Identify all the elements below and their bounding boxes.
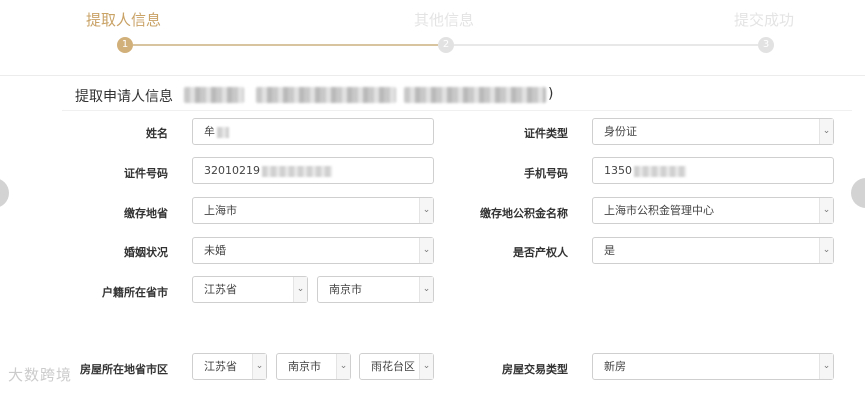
- watermark-logo: 大数跨境: [8, 366, 73, 384]
- marital-select[interactable]: 未婚 ⌄: [192, 237, 434, 264]
- next-arrow-icon[interactable]: [851, 178, 865, 208]
- deposit-province-select[interactable]: 上海市 ⌄: [192, 197, 434, 224]
- id-type-select[interactable]: 身份证 ⌄: [592, 118, 834, 145]
- redacted-text: [184, 87, 244, 103]
- step-connector-2: [454, 44, 758, 46]
- owner-label: 是否产权人: [513, 246, 568, 259]
- masked-value: [262, 165, 332, 177]
- owner-select[interactable]: 是 ⌄: [592, 237, 834, 264]
- deposit-province-value: 上海市: [204, 204, 237, 217]
- masked-value: [217, 126, 229, 138]
- house-province-value: 江苏省: [204, 360, 237, 373]
- chevron-down-icon: ⌄: [819, 354, 833, 379]
- id-type-label: 证件类型: [524, 127, 568, 140]
- step-1-label: 提取人信息: [86, 11, 162, 29]
- chevron-down-icon: ⌄: [419, 238, 433, 263]
- id-number-input[interactable]: 32010219: [192, 157, 434, 184]
- section-divider: [62, 110, 852, 111]
- household-label: 户籍所在省市: [102, 286, 168, 299]
- section-title: 提取申请人信息: [75, 89, 173, 105]
- name-label: 姓名: [146, 127, 168, 140]
- chevron-down-icon: ⌄: [293, 277, 307, 302]
- house-district-select[interactable]: 雨花台区 ⌄: [359, 353, 434, 380]
- deal-type-label: 房屋交易类型: [502, 363, 568, 376]
- step-connector-1: [133, 44, 438, 46]
- chevron-down-icon: ⌄: [819, 119, 833, 144]
- deposit-province-label: 缴存地省: [124, 207, 168, 220]
- step-3-dot: 3: [758, 37, 774, 53]
- chevron-down-icon: ⌄: [819, 238, 833, 263]
- step-2-label: 其他信息: [414, 11, 475, 29]
- chevron-down-icon: ⌄: [336, 354, 350, 379]
- name-value: 牟: [204, 125, 215, 138]
- phone-label: 手机号码: [524, 167, 568, 180]
- house-city-value: 南京市: [288, 360, 321, 373]
- owner-value: 是: [604, 244, 615, 257]
- step-1-dot: 1: [117, 37, 133, 53]
- household-province-select[interactable]: 江苏省 ⌄: [192, 276, 308, 303]
- fund-center-value: 上海市公积金管理中心: [604, 204, 714, 217]
- fund-center-select[interactable]: 上海市公积金管理中心 ⌄: [592, 197, 834, 224]
- household-province-value: 江苏省: [204, 283, 237, 296]
- progress-stepper: 提取人信息 其他信息 提交成功 1 2 3: [0, 0, 865, 74]
- phone-value: 1350: [604, 164, 632, 177]
- house-province-select[interactable]: 江苏省 ⌄: [192, 353, 267, 380]
- deal-type-value: 新房: [604, 360, 626, 373]
- chevron-down-icon: ⌄: [419, 198, 433, 223]
- house-district-value: 雨花台区: [371, 360, 415, 373]
- household-city-select[interactable]: 南京市 ⌄: [317, 276, 434, 303]
- chevron-down-icon: ⌄: [419, 354, 433, 379]
- id-number-value: 32010219: [204, 164, 260, 177]
- marital-label: 婚姻状况: [124, 246, 168, 259]
- chevron-down-icon: ⌄: [252, 354, 266, 379]
- step-2-dot: 2: [438, 37, 454, 53]
- id-number-label: 证件号码: [124, 167, 168, 180]
- marital-value: 未婚: [204, 244, 226, 257]
- step-3-label: 提交成功: [734, 11, 795, 29]
- house-location-label: 房屋所在地省市区: [80, 363, 168, 376]
- household-city-value: 南京市: [329, 283, 362, 296]
- redacted-text: [404, 87, 546, 103]
- name-input[interactable]: 牟: [192, 118, 434, 145]
- deal-type-select[interactable]: 新房 ⌄: [592, 353, 834, 380]
- masked-value: [634, 165, 686, 177]
- chevron-down-icon: ⌄: [819, 198, 833, 223]
- prev-arrow-icon[interactable]: [0, 178, 9, 208]
- header-divider: [0, 75, 865, 76]
- fund-center-label: 缴存地公积金名称: [480, 207, 568, 220]
- house-city-select[interactable]: 南京市 ⌄: [276, 353, 351, 380]
- redacted-text: [256, 87, 396, 103]
- phone-input[interactable]: 1350: [592, 157, 834, 184]
- id-type-value: 身份证: [604, 125, 637, 138]
- section-title-close: ): [548, 86, 554, 102]
- chevron-down-icon: ⌄: [419, 277, 433, 302]
